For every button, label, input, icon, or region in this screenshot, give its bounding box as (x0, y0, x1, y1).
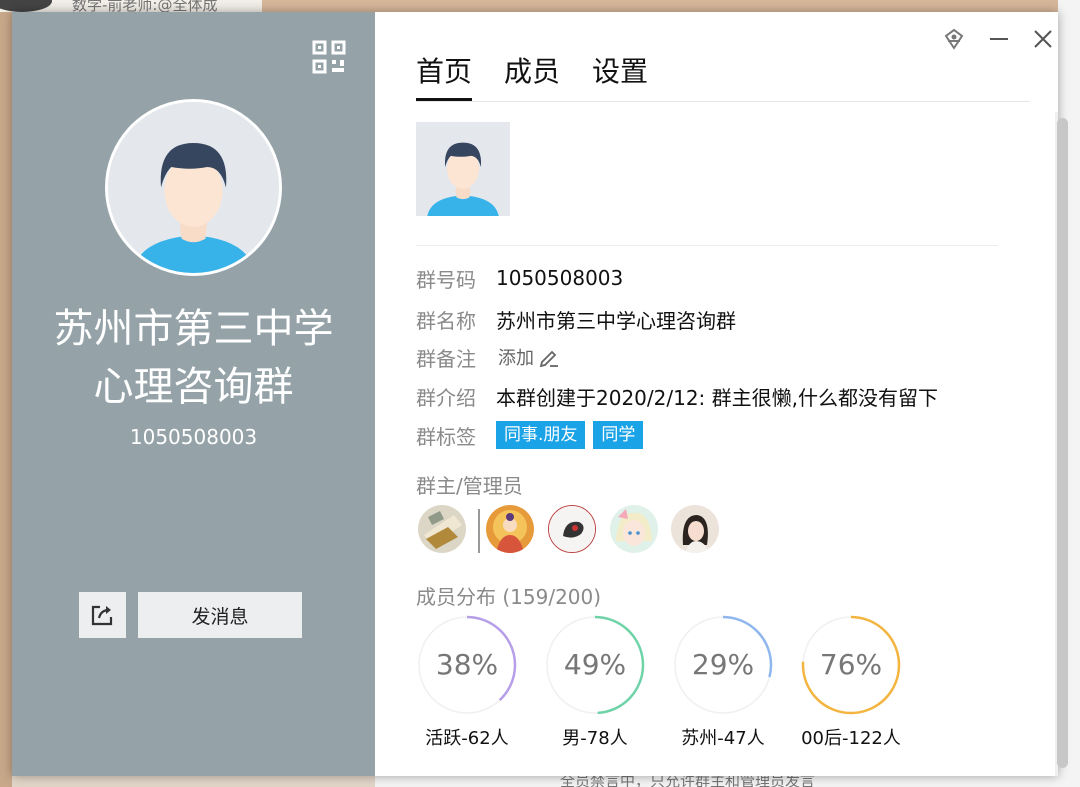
group-name-label: 群名称 (416, 308, 476, 333)
stat-active-label: 活跃-62人 (425, 728, 509, 749)
background-status-bar: 全员禁言中，只允许群主和管理员发言 (375, 776, 1058, 787)
qr-code-icon[interactable] (312, 40, 346, 74)
share-button[interactable] (79, 592, 126, 638)
group-intro-row: 群介绍 本群创建于2020/2/12: 群主很懒,什么都没有留下 (416, 381, 938, 411)
tag-colleague-friend[interactable]: 同事.朋友 (496, 421, 586, 449)
stat-post00-percent: 76% (819, 648, 883, 681)
tag-classmate[interactable]: 同学 (593, 421, 644, 449)
background-app-bottom-left (12, 776, 375, 787)
tab-settings[interactable]: 设置 (592, 52, 648, 100)
member-distribution-count: (159/200) (502, 585, 602, 609)
stat-suzhou-label: 苏州-47人 (681, 728, 765, 749)
stat-male[interactable]: 49% (545, 615, 645, 715)
edit-icon (539, 350, 558, 367)
send-message-button[interactable]: 发消息 (138, 592, 302, 638)
stat-suzhou-percent: 29% (691, 648, 755, 681)
group-intro-label: 群介绍 (416, 385, 476, 410)
group-name-row: 群名称 苏州市第三中学心理咨询群 (416, 304, 736, 334)
background-status-text: 全员禁言中，只允许群主和管理员发言 (560, 776, 816, 787)
admin-avatar-1[interactable] (486, 505, 534, 553)
admin-avatar-4[interactable] (671, 505, 719, 553)
group-tags-row: 群标签 同事.朋友 同学 (416, 420, 651, 450)
background-app-edge (0, 0, 12, 787)
tab-bar: 首页 成员 设置 (416, 52, 1030, 102)
group-avatar-large[interactable] (105, 99, 282, 276)
owner-avatar[interactable] (418, 505, 466, 553)
owner-admin-separator (478, 509, 480, 553)
group-name-line-1: 苏州市第三中学 (53, 306, 334, 352)
stat-post00-label: 00后-122人 (801, 728, 901, 749)
pin-icon[interactable] (941, 26, 967, 52)
group-profile-window: 苏州市第三中学 心理咨询群 1050508003 发消息 首页 成员 设置 群号… (12, 12, 1068, 776)
close-icon[interactable] (1030, 26, 1056, 52)
group-number-label: 群号码 (416, 267, 476, 292)
stat-male-label: 男-78人 (562, 728, 628, 749)
group-name-line-2: 心理咨询群 (93, 364, 294, 410)
group-name-value: 苏州市第三中学心理咨询群 (496, 308, 736, 333)
admin-avatar-3[interactable] (610, 505, 658, 553)
minimize-icon[interactable] (986, 26, 1012, 52)
admin-avatar-2[interactable] (548, 505, 596, 553)
profile-sidebar: 苏州市第三中学 心理咨询群 1050508003 发消息 (12, 12, 375, 776)
group-id-label: 1050508003 (129, 425, 258, 449)
group-intro-value: 本群创建于2020/2/12: 群主很懒,什么都没有留下 (496, 385, 939, 410)
group-number-value: 1050508003 (496, 266, 624, 290)
group-remark-label: 群备注 (416, 346, 476, 371)
add-remark-button[interactable]: 添加 (498, 344, 560, 370)
group-number-row: 群号码 1050508003 (416, 263, 623, 293)
member-distribution-title: 成员分布 (416, 585, 496, 609)
tab-members[interactable]: 成员 (504, 52, 560, 100)
group-name-title: 苏州市第三中学 心理咨询群 (12, 300, 375, 416)
admins-label: 群主/管理员 (416, 474, 523, 498)
group-remark-row: 群备注 添加 (416, 342, 560, 372)
tab-home[interactable]: 首页 (416, 52, 473, 101)
stat-post00[interactable]: 76% (801, 615, 901, 715)
stat-male-percent: 49% (563, 648, 627, 681)
share-icon (91, 605, 112, 626)
group-avatar-small[interactable] (416, 122, 510, 216)
stat-active[interactable]: 38% (417, 615, 517, 715)
stat-suzhou[interactable]: 29% (673, 615, 773, 715)
scrollbar-thumb[interactable] (1057, 118, 1068, 768)
group-tags-label: 群标签 (416, 424, 476, 449)
add-remark-text: 添加 (498, 348, 534, 369)
section-divider (416, 245, 998, 246)
member-distribution-label: 成员分布 (159/200) (416, 581, 601, 610)
stat-active-percent: 38% (435, 648, 499, 681)
